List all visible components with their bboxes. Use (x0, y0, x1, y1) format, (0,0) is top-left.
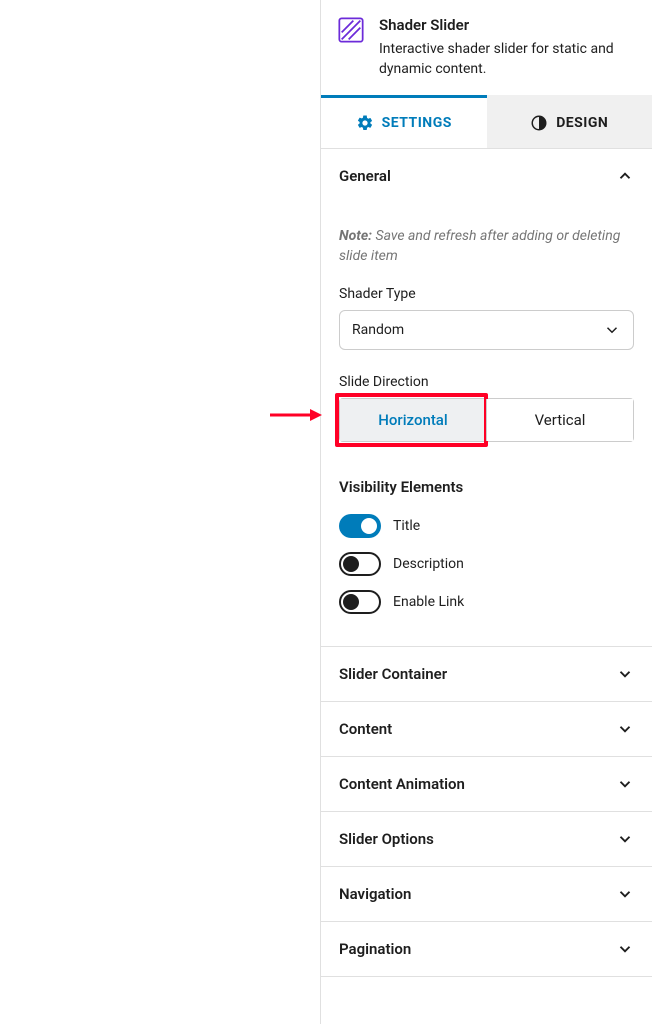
note-text: Save and refresh after adding or deletin… (339, 228, 620, 264)
chevron-down-icon (616, 665, 634, 683)
shader-type-label: Shader Type (339, 286, 634, 302)
shader-type-select[interactable]: Random (339, 310, 634, 350)
shader-type-value: Random (352, 322, 404, 338)
toggle-title-label: Title (393, 518, 420, 534)
section-content-heading[interactable]: Content (321, 702, 652, 756)
settings-sidebar: Shader Slider Interactive shader slider … (320, 0, 652, 1024)
chevron-up-icon (616, 167, 634, 185)
chevron-down-icon (616, 775, 634, 793)
slide-direction-label: Slide Direction (339, 374, 634, 390)
section-slider-options-heading[interactable]: Slider Options (321, 812, 652, 866)
toggle-enable-link-label: Enable Link (393, 594, 464, 610)
section-navigation-heading[interactable]: Navigation (321, 867, 652, 921)
note-prefix: Note: (339, 228, 372, 244)
section-slider-container-label: Slider Container (339, 665, 447, 683)
tab-settings[interactable]: SETTINGS (321, 95, 487, 148)
section-general-body: Note: Save and refresh after adding or d… (321, 227, 652, 646)
toggle-enable-link[interactable] (339, 590, 381, 614)
chevron-down-icon (616, 940, 634, 958)
section-pagination-label: Pagination (339, 940, 411, 958)
toggle-description[interactable] (339, 552, 381, 576)
contrast-icon (530, 114, 548, 132)
direction-vertical-label: Vertical (535, 411, 586, 429)
chevron-down-icon (616, 720, 634, 738)
tab-design-label: DESIGN (556, 115, 608, 131)
toggle-description-label: Description (393, 556, 464, 572)
shader-slider-icon (337, 16, 365, 44)
general-note: Note: Save and refresh after adding or d… (339, 227, 634, 266)
section-pagination-heading[interactable]: Pagination (321, 922, 652, 976)
direction-horizontal-label: Horizontal (378, 411, 447, 429)
section-slider-container-heading[interactable]: Slider Container (321, 647, 652, 701)
chevron-down-icon (616, 885, 634, 903)
block-title: Shader Slider (379, 16, 636, 34)
gear-icon (356, 114, 374, 132)
direction-horizontal-button[interactable]: Horizontal (340, 399, 486, 441)
direction-vertical-button[interactable]: Vertical (486, 399, 633, 441)
tab-settings-label: SETTINGS (382, 115, 452, 131)
toggle-title[interactable] (339, 514, 381, 538)
chevron-down-icon (616, 830, 634, 848)
section-slider-options-label: Slider Options (339, 830, 434, 848)
annotation-arrow (268, 406, 322, 424)
section-content-animation-label: Content Animation (339, 775, 465, 793)
section-navigation-label: Navigation (339, 885, 411, 903)
slide-direction-group: Horizontal Vertical (339, 398, 634, 442)
section-general: General Note: Save and refresh after add… (321, 149, 652, 647)
block-header: Shader Slider Interactive shader slider … (321, 0, 652, 95)
tab-bar: SETTINGS DESIGN (321, 95, 652, 149)
section-content-label: Content (339, 720, 392, 738)
tab-design[interactable]: DESIGN (487, 95, 652, 148)
block-description: Interactive shader slider for static and… (379, 40, 636, 79)
visibility-heading: Visibility Elements (339, 478, 634, 496)
section-general-heading[interactable]: General (321, 149, 652, 203)
section-general-label: General (339, 167, 391, 185)
chevron-down-icon (603, 321, 621, 339)
section-content-animation-heading[interactable]: Content Animation (321, 757, 652, 811)
